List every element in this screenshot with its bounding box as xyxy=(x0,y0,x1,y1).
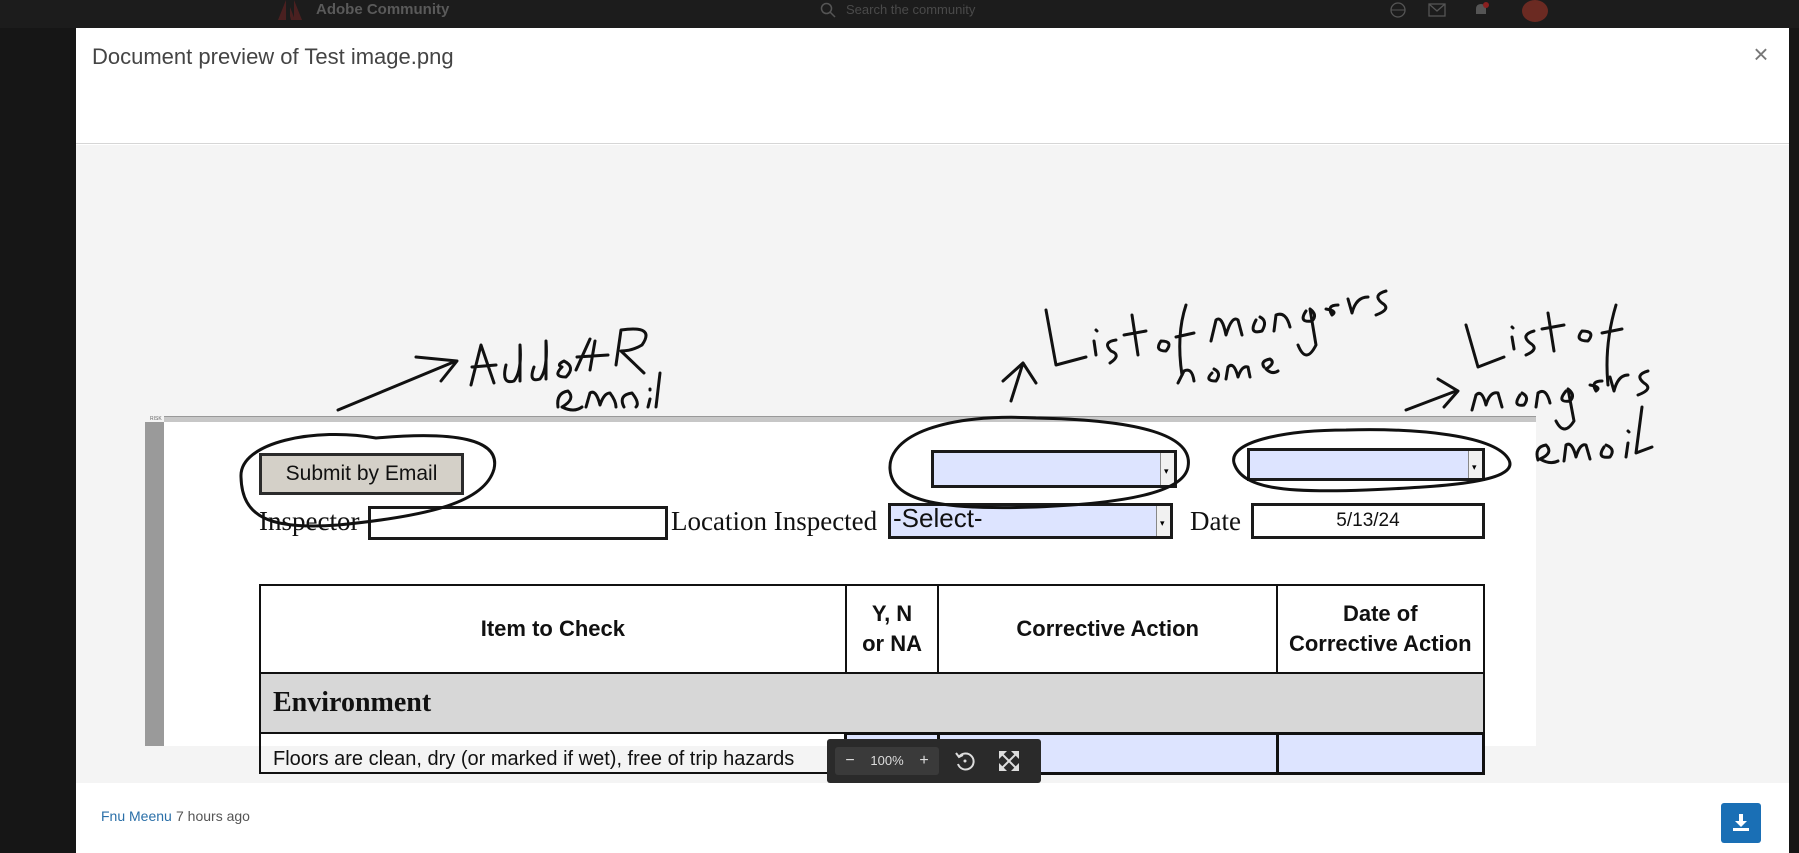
mail-icon xyxy=(1428,3,1446,17)
zoom-group: − 100% + xyxy=(835,747,939,775)
author-link[interactable]: Fnu Meenu xyxy=(101,808,172,824)
modal-footer: Fnu Meenu 7 hours ago xyxy=(76,783,1789,853)
zoom-in-button[interactable]: + xyxy=(909,747,939,775)
rotate-icon[interactable] xyxy=(951,747,979,775)
close-button[interactable]: × xyxy=(1749,41,1773,67)
site-title: Adobe Community xyxy=(316,1,450,18)
modal-header: Document preview of Test image.png × xyxy=(76,28,1789,144)
modal-title: Document preview of Test image.png xyxy=(92,44,454,69)
zoom-level: 100% xyxy=(870,753,904,768)
handwritten-annotations xyxy=(239,289,1654,528)
search-placeholder: Search the community xyxy=(846,2,976,17)
avatar xyxy=(1522,0,1548,22)
download-button[interactable] xyxy=(1721,803,1761,843)
expand-icon[interactable] xyxy=(995,747,1023,775)
zoom-toolbar: − 100% + xyxy=(827,739,1041,783)
search-icon xyxy=(820,2,836,18)
post-time: 7 hours ago xyxy=(176,808,250,824)
zoom-out-button[interactable]: − xyxy=(835,747,865,775)
preview-area: RISK Submit by Email Inspector Location … xyxy=(76,145,1789,783)
bell-icon xyxy=(1476,2,1489,14)
document-preview-modal: Document preview of Test image.png × RIS… xyxy=(76,28,1789,853)
globe-icon xyxy=(1390,2,1406,18)
previewed-image: RISK Submit by Email Inspector Location … xyxy=(76,145,1789,783)
background-site-header: Adobe Community Search the community xyxy=(0,0,1799,28)
adobe-logo-icon xyxy=(278,0,302,20)
download-icon xyxy=(1733,814,1749,831)
